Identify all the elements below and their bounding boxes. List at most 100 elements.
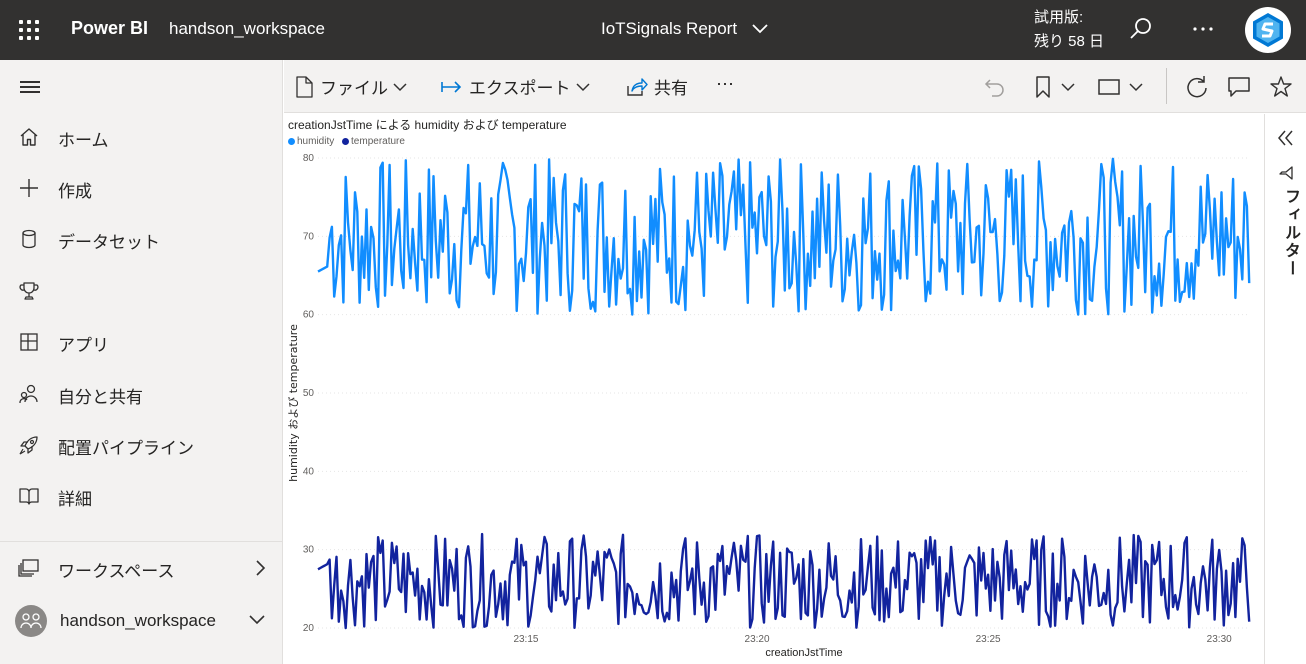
synapse-logo-icon — [1253, 13, 1283, 47]
filter-pane: フィルター — [1264, 114, 1306, 664]
legend-label-humidity: humidity — [297, 136, 335, 147]
nav-item-create[interactable]: 作成 — [0, 166, 282, 210]
nav-item-datasets[interactable]: データセット — [0, 217, 282, 261]
nav-item-label: データセット — [58, 233, 160, 252]
chevron-down-icon — [752, 24, 768, 34]
nav-item-shared-with-me[interactable]: 自分と共有 — [0, 372, 282, 416]
more-commands-label: ⋯ — [716, 74, 734, 94]
share-label: 共有 — [654, 79, 688, 98]
app-name[interactable]: Power BI — [71, 18, 148, 39]
bookmark-button[interactable] — [1030, 74, 1080, 100]
menu-toggle-icon[interactable] — [20, 80, 42, 94]
database-icon — [22, 229, 36, 249]
y-tick-label: 50 — [303, 388, 315, 399]
series-line-humidity — [317, 157, 1251, 316]
legend-item-humidity[interactable]: humidity — [288, 136, 334, 147]
bookmark-icon — [1036, 76, 1050, 98]
nav-item-deployment-pipelines[interactable]: 配置パイプライン — [0, 423, 282, 467]
x-tick-label: 23:15 — [513, 634, 538, 645]
series-line-temperature — [317, 532, 1251, 630]
nav-item-workspaces[interactable]: ワークスペース — [0, 546, 282, 590]
y-tick-label: 80 — [303, 153, 315, 164]
plus-icon — [20, 179, 38, 197]
chart-legend: humidity temperature — [288, 136, 410, 147]
chart-title: creationJstTime による humidity および tempera… — [288, 118, 567, 132]
y-tick-label: 20 — [303, 623, 315, 634]
trial-days-remaining: 残り 58 日 — [1034, 33, 1105, 50]
chevron-down-icon — [575, 82, 590, 91]
search-icon — [1130, 18, 1151, 39]
undo-button[interactable] — [982, 74, 1008, 100]
nav-item-apps[interactable]: アプリ — [0, 320, 282, 364]
nav-item-label: ホーム — [58, 131, 109, 150]
trophy-icon — [19, 282, 39, 300]
favorite-button[interactable] — [1268, 74, 1294, 100]
people-icon — [19, 384, 38, 404]
nav-item-label: handson_workspace — [60, 611, 216, 630]
y-tick-label: 30 — [303, 545, 315, 556]
top-header: Power BI handson_workspace IoTSignals Re… — [0, 0, 1306, 60]
search-button[interactable] — [1128, 16, 1154, 42]
filter-icon — [1279, 166, 1293, 180]
double-chevron-left-icon — [1278, 130, 1293, 146]
star-icon — [1270, 76, 1292, 97]
y-tick-label: 40 — [303, 466, 315, 477]
refresh-button[interactable] — [1184, 74, 1210, 100]
refresh-icon — [1187, 76, 1207, 98]
nav-divider — [0, 541, 282, 542]
view-button[interactable] — [1096, 74, 1148, 100]
chevron-down-icon — [249, 615, 265, 625]
app-launcher-icon[interactable] — [17, 18, 41, 42]
left-navigation: ホーム 作成 データセット アプリ 自分と共有 配置パイプライン 詳細 ワークス… — [0, 60, 283, 664]
filter-pane-toggle[interactable]: フィルター — [1271, 164, 1301, 314]
chevron-down-icon — [1061, 83, 1075, 92]
comment-icon — [1228, 77, 1250, 97]
nav-item-current-workspace[interactable]: handson_workspace — [0, 600, 282, 644]
y-tick-label: 70 — [303, 231, 315, 242]
command-separator — [1166, 68, 1167, 104]
export-icon — [441, 80, 462, 93]
filter-pane-label: フィルター — [1282, 188, 1301, 278]
comment-button[interactable] — [1226, 74, 1252, 100]
report-title: IoTSignals Report — [601, 19, 738, 38]
legend-item-temperature[interactable]: temperature — [342, 136, 405, 147]
export-menu-label: エクスポート — [469, 79, 571, 98]
nav-item-goals[interactable] — [0, 269, 282, 313]
legend-dot-icon — [288, 137, 295, 145]
more-options-button[interactable] — [1190, 16, 1218, 42]
workspaces-icon — [18, 559, 39, 577]
nav-item-learn[interactable]: 詳細 — [0, 474, 282, 518]
workspace-avatar-icon — [15, 605, 47, 637]
report-canvas: creationJstTime による humidity および tempera… — [284, 114, 1264, 664]
export-menu-button[interactable]: エクスポート — [441, 74, 591, 100]
legend-label-temperature: temperature — [351, 136, 405, 147]
chevron-down-icon — [1129, 83, 1143, 92]
trial-label: 試用版: — [1034, 9, 1084, 26]
x-tick-label: 23:25 — [976, 634, 1001, 645]
file-menu-button[interactable]: ファイル — [294, 74, 408, 100]
expand-filters-button[interactable] — [1276, 128, 1296, 148]
file-icon — [296, 75, 313, 98]
account-avatar[interactable] — [1245, 7, 1291, 53]
book-icon — [19, 488, 39, 505]
x-tick-label: 23:30 — [1207, 634, 1232, 645]
rocket-icon — [19, 436, 38, 455]
more-icon — [1193, 27, 1213, 31]
nav-item-label: アプリ — [58, 336, 109, 355]
home-icon — [20, 128, 38, 146]
nav-item-label: 配置パイプライン — [58, 439, 194, 458]
view-icon — [1098, 79, 1120, 95]
nav-item-label: 作成 — [58, 182, 92, 201]
undo-icon — [984, 79, 1004, 97]
nav-item-home[interactable]: ホーム — [0, 115, 282, 159]
share-button[interactable]: 共有 — [626, 74, 692, 100]
nav-item-label: 詳細 — [58, 490, 92, 509]
apps-icon — [20, 333, 38, 351]
line-chart[interactable]: 20 30 40 50 60 70 80 23:15 23:20 23:25 23:30 creati… — [284, 150, 1260, 662]
more-commands-button[interactable]: ⋯ — [716, 74, 734, 100]
chevron-right-icon — [256, 560, 266, 576]
nav-item-label: ワークスペース — [58, 562, 175, 581]
y-axis-title: humidity および temperature — [287, 324, 300, 482]
workspace-title[interactable]: handson_workspace — [169, 19, 325, 39]
report-title-dropdown[interactable]: IoTSignals Report — [601, 19, 768, 39]
